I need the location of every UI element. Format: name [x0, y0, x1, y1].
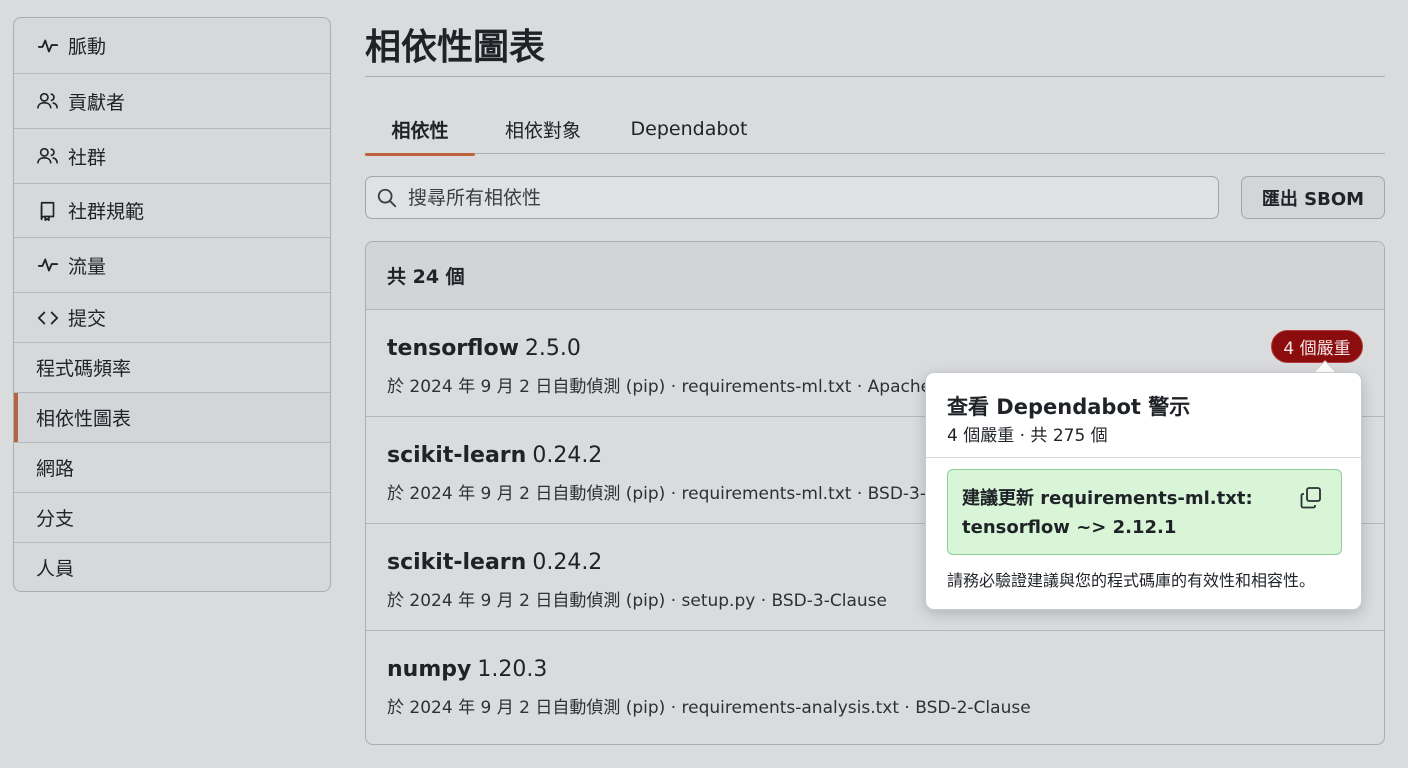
dependabot-popover: 查看 Dependabot 警示 4 個嚴重 · 共 275 個 建議更新 re… — [925, 372, 1362, 610]
sidebar-item-commits[interactable]: 提交 — [14, 292, 330, 342]
book-icon — [36, 199, 60, 223]
tab-bar: 相依性 相依對象 Dependabot — [365, 104, 1385, 156]
sidebar-item-people[interactable]: 人員 — [14, 542, 330, 591]
dependency-version: 0.24.2 — [532, 550, 603, 575]
pulse-icon — [36, 34, 60, 58]
pulse-icon — [36, 253, 60, 277]
sidebar-item-label: 相依性圖表 — [36, 408, 132, 430]
sidebar-item-label: 分支 — [36, 508, 75, 530]
search-box — [365, 176, 1219, 219]
sidebar-item-label: 社群 — [68, 146, 107, 169]
tab-dependents[interactable]: 相依對象 — [493, 104, 593, 154]
suggestion-line: tensorflow ~> 2.12.1 — [962, 517, 1177, 538]
sidebar-item-traffic[interactable]: 流量 — [14, 237, 330, 292]
dependency-version: 1.20.3 — [477, 657, 548, 682]
sidebar-item-community[interactable]: 社群 — [14, 128, 330, 183]
sidebar-item-community-standards[interactable]: 社群規範 — [14, 183, 330, 237]
sidebar-item-label: 貢獻者 — [68, 91, 126, 114]
dependency-meta: 於 2024 年 9 月 2 日自動偵測 (pip) · setup.py · … — [387, 591, 887, 611]
sidebar-item-code-frequency[interactable]: 程式碼頻率 — [14, 342, 330, 392]
sidebar-item-label: 流量 — [68, 255, 107, 278]
sidebar-item-dependency-graph[interactable]: 相依性圖表 — [14, 392, 330, 442]
sidebar-item-label: 程式碼頻率 — [36, 358, 132, 380]
dependency-meta: 於 2024 年 9 月 2 日自動偵測 (pip) · requirement… — [387, 377, 965, 397]
tab-dependencies[interactable]: 相依性 — [365, 104, 475, 156]
people-icon — [36, 144, 60, 168]
update-suggestion: 建議更新 requirements-ml.txt: tensorflow ~> … — [947, 469, 1342, 555]
dependency-name[interactable]: numpy — [387, 657, 471, 682]
export-sbom-button[interactable]: 匯出 SBOM — [1241, 176, 1385, 219]
sidebar-item-network[interactable]: 網路 — [14, 442, 330, 492]
popover-title[interactable]: 查看 Dependabot 警示 — [947, 391, 1190, 421]
sidebar-item-forks[interactable]: 分支 — [14, 492, 330, 542]
dependency-row: numpy 1.20.3 於 2024 年 9 月 2 日自動偵測 (pip) ·… — [366, 631, 1384, 738]
copy-icon[interactable] — [1299, 486, 1323, 510]
popover-note: 請務必驗證建議與您的程式碼庫的有效性和相容性。 — [947, 571, 1316, 590]
sidebar-item-label: 社群規範 — [68, 201, 145, 223]
dependency-name[interactable]: tensorflow — [387, 336, 519, 361]
dependency-meta: 於 2024 年 9 月 2 日自動偵測 (pip) · requirement… — [387, 698, 1031, 718]
popover-subtitle: 4 個嚴重 · 共 275 個 — [947, 426, 1108, 446]
page-title: 相依性圖表 — [365, 27, 546, 68]
critical-alerts-badge[interactable]: 4 個嚴重 — [1271, 330, 1363, 363]
code-icon — [36, 306, 60, 330]
sidebar-item-pulse[interactable]: 脈動 — [14, 18, 330, 73]
people-icon — [36, 89, 60, 113]
title-divider — [365, 76, 1385, 77]
sidebar: 脈動 貢獻者 社群 社群規範 流量 提交 程式碼頻率 相依性圖表 網路 分支 人… — [13, 17, 331, 592]
dependency-name[interactable]: scikit-learn — [387, 443, 526, 468]
dependency-count: 共 24 個 — [366, 242, 1384, 310]
sidebar-item-label: 網路 — [36, 458, 75, 480]
popover-divider — [926, 457, 1361, 458]
dependency-version: 2.5.0 — [524, 336, 581, 361]
sidebar-item-contributors[interactable]: 貢獻者 — [14, 73, 330, 128]
search-input[interactable] — [408, 186, 1188, 209]
sidebar-item-label: 提交 — [68, 308, 107, 330]
tab-dependabot[interactable]: Dependabot — [627, 104, 751, 154]
dependency-version: 0.24.2 — [532, 443, 603, 468]
search-icon — [377, 188, 397, 207]
sidebar-item-label: 脈動 — [68, 36, 107, 58]
suggestion-line: 建議更新 requirements-ml.txt: — [962, 488, 1253, 509]
dependency-meta: 於 2024 年 9 月 2 日自動偵測 (pip) · requirement… — [387, 484, 984, 504]
sidebar-item-label: 人員 — [36, 557, 75, 580]
dependency-name[interactable]: scikit-learn — [387, 550, 526, 575]
